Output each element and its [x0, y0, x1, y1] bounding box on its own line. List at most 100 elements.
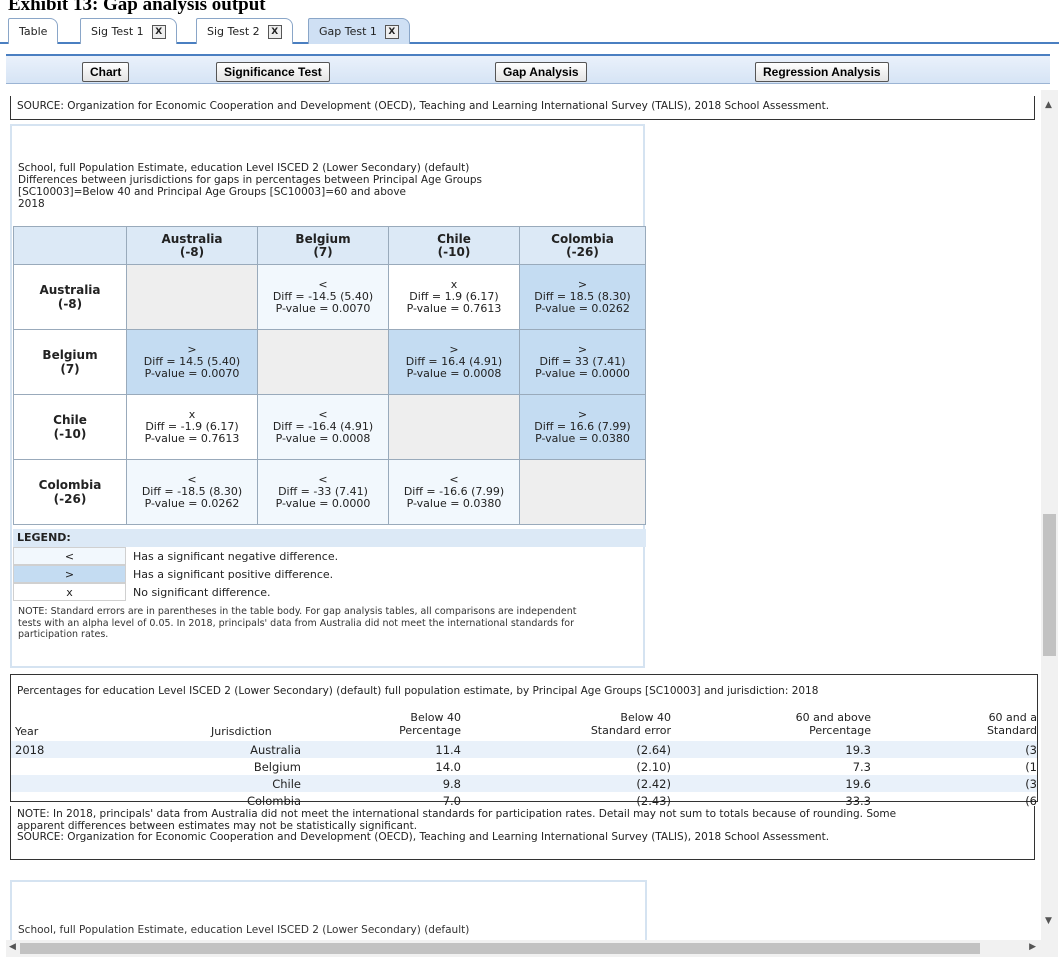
column-name: Chile [437, 231, 471, 246]
table-row: Chile 9.8 (2.42) 19.6 (3 [11, 775, 1037, 792]
tab-label: Gap Test 1 [319, 25, 377, 38]
tab-table[interactable]: Table [8, 18, 59, 44]
note-line: SOURCE: Organization for Economic Cooper… [17, 831, 830, 843]
gap-analysis-panel: School, full Population Estimate, educat… [10, 124, 646, 668]
column-gap: (-10) [437, 244, 471, 259]
corner-cell [13, 226, 127, 265]
title-line: [SC10003]=Below 40 and Principal Age Gro… [18, 186, 406, 198]
header-line: 60 and a [988, 711, 1037, 724]
header-line: Percentage [399, 724, 461, 737]
gap-cell: < Diff = -16.6 (7.99) P-value = 0.0380 [388, 459, 520, 525]
diagonal-cell [257, 329, 389, 395]
header-line: Standard [986, 724, 1037, 737]
diagonal-cell [126, 264, 258, 330]
chart-button[interactable]: Chart [82, 62, 130, 82]
below40-percentage: 9.8 [442, 777, 461, 791]
below40-percentage: 11.4 [435, 743, 461, 757]
column-header: Chile (-10) [388, 226, 520, 265]
title-line: Differences between jurisdictions for ga… [18, 174, 482, 186]
p-value: P-value = 0.0070 [144, 367, 240, 380]
above60-se: (1 [1025, 760, 1037, 774]
title-line: School, full Population Estimate, educat… [18, 162, 470, 174]
gap-row: Colombia (-26) < Diff = -18.5 (8.30) P-value… [13, 459, 646, 525]
below40-se: (2.42) [636, 777, 671, 791]
horizontal-scrollbar[interactable]: ◀ ▶ [6, 940, 1058, 957]
above60-percentage: 19.6 [845, 777, 871, 791]
row-name: Belgium [42, 348, 98, 362]
legend-text: Has a significant negative difference. [133, 550, 339, 563]
header-line: Percentage [809, 724, 871, 737]
above60-percentage: 19.3 [845, 743, 871, 757]
tab-label: Sig Test 1 [91, 25, 144, 38]
column-header: Belgium (7) [257, 226, 389, 265]
legend-row-none: x No significant difference. [13, 583, 646, 601]
column-gap: (7) [313, 244, 333, 259]
row-header: Colombia (-26) [13, 459, 127, 525]
scroll-thumb[interactable] [20, 943, 980, 954]
header-line: Standard error [590, 724, 671, 737]
jurisdiction-cell: Belgium [253, 760, 301, 774]
percentages-table: Percentages for education Level ISCED 2 … [10, 674, 1038, 808]
vertical-scrollbar[interactable]: ▲ ▼ [1041, 90, 1058, 940]
gap-cell: > Diff = 33 (7.41) P-value = 0.0000 [519, 329, 646, 395]
scroll-left-icon[interactable]: ◀ [9, 942, 16, 952]
analysis-toolbar: Chart Significance Test Gap Analysis Reg… [6, 54, 1050, 84]
row-gap: (-10) [53, 427, 87, 441]
p-value: P-value = 0.7613 [406, 302, 502, 315]
row-header: Australia (-8) [13, 264, 127, 330]
tab-sig-test-2[interactable]: Sig Test 2 X [196, 18, 293, 44]
row-gap: (-26) [53, 492, 87, 506]
header-below40-se: Below 40 Standard error [571, 711, 671, 737]
scroll-down-icon[interactable]: ▼ [1045, 916, 1052, 926]
tab-bar: Table Sig Test 1 X Sig Test 2 X Gap Test 1… [0, 14, 1059, 44]
scroll-thumb[interactable] [1043, 514, 1056, 656]
gap-cell: < Diff = -18.5 (8.30) P-value = 0.0262 [126, 459, 258, 525]
percentages-note: NOTE: In 2018, principals' data from Aus… [10, 806, 1035, 860]
above60-se: (3 [1025, 777, 1037, 791]
note-line: NOTE: In 2018, principals' data from Aus… [17, 808, 897, 820]
legend-symbol: < [13, 547, 126, 565]
p-value: P-value = 0.0262 [535, 302, 630, 315]
title-line: 2018 [18, 198, 45, 210]
p-value: P-value = 0.0000 [535, 367, 630, 380]
row-name: Chile [53, 413, 87, 427]
scroll-right-icon[interactable]: ▶ [1029, 942, 1036, 952]
table-row: Belgium 14.0 (2.10) 7.3 (1 [11, 758, 1037, 775]
gap-cell: < Diff = -16.4 (4.91) P-value = 0.0008 [257, 394, 389, 460]
p-value: P-value = 0.0380 [406, 497, 502, 510]
tab-gap-test-1[interactable]: Gap Test 1 X [308, 18, 410, 44]
gap-analysis-button[interactable]: Gap Analysis [495, 62, 587, 82]
gap-analysis-table: Australia (-8) Belgium (7) Chile (-10) Colo… [13, 226, 646, 525]
scroll-up-icon[interactable]: ▲ [1045, 100, 1052, 110]
tab-sig-test-1[interactable]: Sig Test 1 X [80, 18, 177, 44]
column-header: Colombia (-26) [519, 226, 646, 265]
diagonal-cell [388, 394, 520, 460]
gap-row: Belgium (7) > Diff = 14.5 (5.40) P-value = 0… [13, 329, 646, 395]
gap-table-title: School, full Population Estimate, educat… [18, 162, 482, 210]
p-value: P-value = 0.0070 [275, 302, 371, 315]
row-header: Chile (-10) [13, 394, 127, 460]
close-icon[interactable]: X [151, 24, 166, 39]
column-name: Belgium [295, 231, 351, 246]
close-icon[interactable]: X [384, 24, 399, 39]
header-line: Below 40 [620, 711, 671, 724]
jurisdiction-cell: Australia [250, 743, 301, 757]
header-60above-se: 60 and a Standard [971, 711, 1037, 737]
header-line: Below 40 [410, 711, 461, 724]
row-gap: (-8) [57, 297, 83, 311]
gap-cell: > Diff = 14.5 (5.40) P-value = 0.0070 [126, 329, 258, 395]
p-value: P-value = 0.0000 [275, 497, 371, 510]
below40-se: (2.64) [636, 743, 671, 757]
above60-percentage: 7.3 [852, 760, 871, 774]
header-year: Year [15, 725, 39, 738]
header-60above-percentage: 60 and above Percentage [771, 711, 871, 737]
gap-cell: > Diff = 16.6 (7.99) P-value = 0.0380 [519, 394, 646, 460]
diagonal-cell [519, 459, 646, 525]
p-value: P-value = 0.0008 [275, 432, 371, 445]
column-name: Colombia [551, 231, 614, 246]
row-header: Belgium (7) [13, 329, 127, 395]
significance-test-button[interactable]: Significance Test [216, 62, 330, 82]
gap-cell: x Diff = -1.9 (6.17) P-value = 0.7613 [126, 394, 258, 460]
regression-analysis-button[interactable]: Regression Analysis [755, 62, 889, 82]
close-icon[interactable]: X [267, 24, 282, 39]
